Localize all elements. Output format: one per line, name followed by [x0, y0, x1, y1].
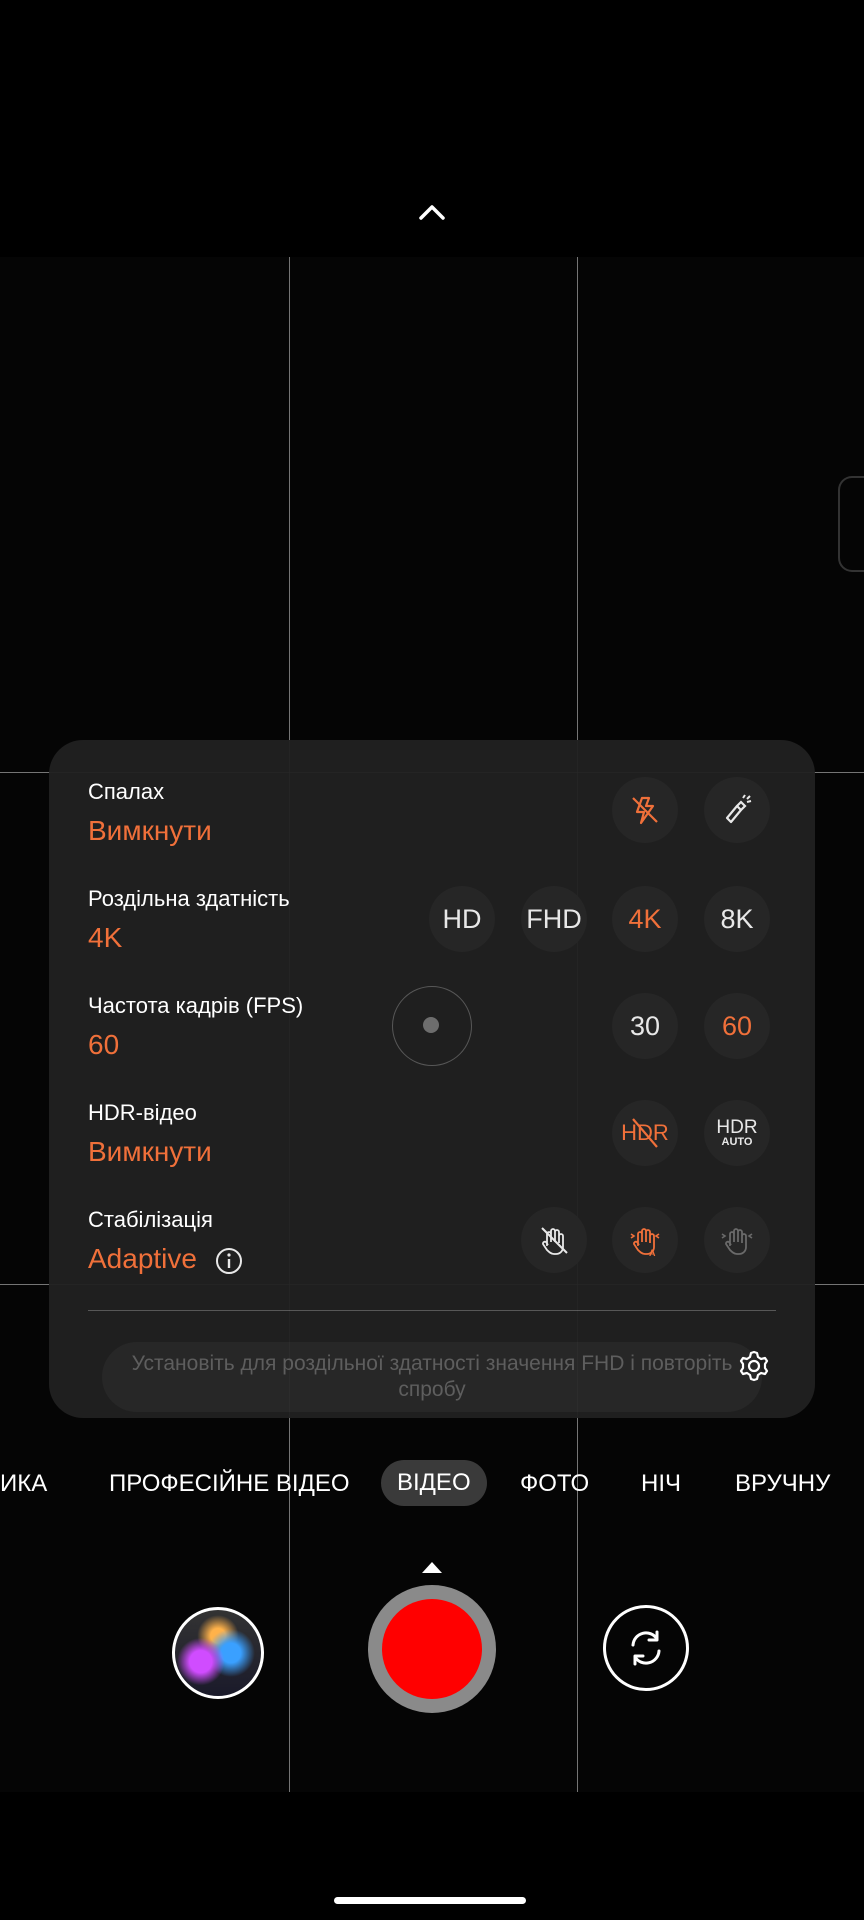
resolution-title: Роздільна здатність — [88, 886, 290, 911]
home-indicator[interactable] — [334, 1897, 526, 1904]
resolution-fhd-button[interactable]: FHD — [521, 886, 587, 952]
hdr-off-button[interactable]: HDR — [612, 1100, 678, 1166]
focus-point — [423, 1017, 439, 1033]
resolution-hd-button[interactable]: HD — [429, 886, 495, 952]
resolution-hint-toast: Установіть для роздільної здатності знач… — [102, 1342, 762, 1412]
side-panel-handle[interactable] — [838, 476, 864, 572]
fps-value: 60 — [88, 1029, 120, 1060]
svg-text:A: A — [649, 1248, 656, 1258]
hand-stabilization-off-icon — [541, 1227, 568, 1255]
flash-title: Спалах — [88, 779, 165, 804]
mode-item-photo[interactable]: ФОТО — [520, 1470, 589, 1498]
stabilization-value: Adaptive — [88, 1243, 197, 1274]
hand-stabilization-high-icon — [721, 1228, 753, 1255]
gallery-thumbnail[interactable] — [172, 1607, 264, 1699]
info-icon[interactable] — [215, 1247, 243, 1275]
hdr-value: Вимкнути — [88, 1136, 212, 1167]
stabilization-off-button[interactable] — [521, 1207, 587, 1273]
resolution-value: 4K — [88, 922, 123, 953]
hand-stabilization-adaptive-icon: A — [630, 1228, 660, 1258]
mode-item-manual[interactable]: ВРУЧНУ — [735, 1470, 830, 1498]
stabilization-adaptive-button[interactable]: A — [612, 1207, 678, 1273]
torch-icon — [725, 794, 752, 824]
fps-30-button[interactable]: 30 — [612, 993, 678, 1059]
switch-camera-button[interactable] — [603, 1605, 689, 1691]
mode-item[interactable]: ИКА — [0, 1470, 47, 1498]
flash-off-icon — [632, 796, 658, 825]
stabilization-title: Стабілізація — [88, 1207, 213, 1232]
hdr-title: HDR-відео — [88, 1100, 197, 1125]
hdr-off-icon — [632, 1118, 658, 1148]
resolution-4k-button[interactable]: 4K — [612, 886, 678, 952]
flash-off-button[interactable] — [612, 777, 678, 843]
flash-torch-button[interactable] — [704, 777, 770, 843]
hdr-auto-button[interactable]: HDR AUTO — [704, 1100, 770, 1166]
resolution-8k-button[interactable]: 8K — [704, 886, 770, 952]
hdr-auto-sublabel: AUTO — [721, 1136, 753, 1148]
gear-icon[interactable] — [736, 1348, 772, 1384]
record-button[interactable] — [382, 1599, 482, 1699]
stabilization-high-button[interactable] — [704, 1207, 770, 1273]
fps-60-button[interactable]: 60 — [704, 993, 770, 1059]
mode-item-video[interactable]: ВІДЕО — [381, 1460, 487, 1506]
chevron-up-icon[interactable] — [416, 196, 448, 228]
mode-item-pro-video[interactable]: ПРОФЕСІЙНЕ ВІДЕО — [109, 1470, 350, 1498]
hdr-auto-label: HDR — [716, 1117, 758, 1138]
flash-value: Вимкнути — [88, 815, 212, 846]
mode-selector: ИКА ПРОФЕСІЙНЕ ВІДЕО ВІДЕО ФОТО НІЧ ВРУЧ… — [0, 1460, 864, 1508]
switch-camera-icon — [631, 1630, 661, 1666]
mode-expand-arrow[interactable] — [422, 1562, 442, 1573]
panel-divider — [88, 1310, 776, 1311]
mode-item-night[interactable]: НІЧ — [641, 1470, 681, 1498]
fps-title: Частота кадрів (FPS) — [88, 993, 304, 1018]
